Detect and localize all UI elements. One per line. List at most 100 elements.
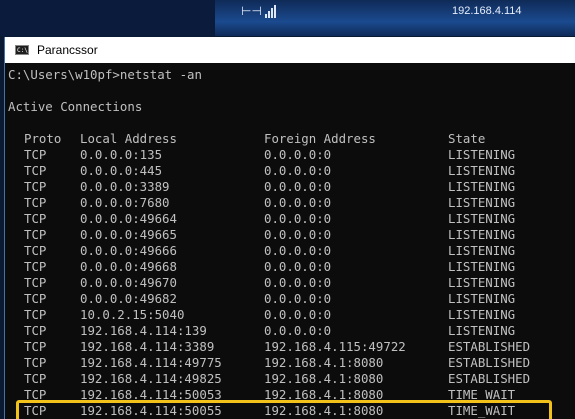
- cmd-icon: C:\: [15, 45, 29, 55]
- cell-local-address: 0.0.0.0:49670: [80, 275, 177, 290]
- table-row: TCP 0.0.0.0:445 0.0.0.0:0 LISTENING: [8, 163, 574, 179]
- cell-state: LISTENING: [448, 211, 516, 226]
- cell-proto: TCP: [24, 371, 47, 386]
- header-foreign-address: Foreign Address: [264, 131, 376, 146]
- pin-icon[interactable]: ⊢⊣: [241, 4, 262, 18]
- cell-local-address: 0.0.0.0:49668: [80, 259, 177, 274]
- cell-foreign-address: 0.0.0.0:0: [264, 243, 332, 258]
- cell-local-address: 192.168.4.114:50055: [80, 403, 222, 418]
- cell-proto: TCP: [24, 387, 47, 402]
- cell-foreign-address: 0.0.0.0:0: [264, 307, 332, 322]
- cell-foreign-address: 0.0.0.0:0: [264, 163, 332, 178]
- cell-state: LISTENING: [448, 323, 516, 338]
- cell-foreign-address: 0.0.0.0:0: [264, 147, 332, 162]
- cell-local-address: 192.168.4.114:49775: [80, 355, 222, 370]
- cell-state: ESTABLISHED: [448, 339, 531, 354]
- cell-state: LISTENING: [448, 163, 516, 178]
- cell-proto: TCP: [24, 307, 47, 322]
- cell-proto: TCP: [24, 195, 47, 210]
- cell-proto: TCP: [24, 403, 47, 418]
- cell-proto: TCP: [24, 275, 47, 290]
- cell-proto: TCP: [24, 147, 47, 162]
- table-row: TCP 0.0.0.0:49666 0.0.0.0:0 LISTENING: [8, 243, 574, 259]
- table-row: TCP 0.0.0.0:49664 0.0.0.0:0 LISTENING: [8, 211, 574, 227]
- table-row: TCP 192.168.4.114:50053 192.168.4.1:8080 TI…: [8, 387, 574, 403]
- console-output[interactable]: C:\Users\w10pf>netstat -an Active Connec…: [8, 66, 574, 419]
- cell-proto: TCP: [24, 243, 47, 258]
- table-row: TCP 10.0.2.15:5040 0.0.0.0:0 LISTENING: [8, 307, 574, 323]
- cell-proto: TCP: [24, 339, 47, 354]
- cell-state: LISTENING: [448, 259, 516, 274]
- cell-local-address: 192.168.4.114:3389: [80, 339, 215, 354]
- cell-foreign-address: 192.168.4.1:8080: [264, 371, 384, 386]
- cell-foreign-address: 0.0.0.0:0: [264, 211, 332, 226]
- window-titlebar[interactable]: C:\ Parancssor: [5, 37, 575, 63]
- header-proto: Proto: [24, 131, 62, 146]
- cell-local-address: 192.168.4.114:49825: [80, 371, 222, 386]
- cell-local-address: 0.0.0.0:49664: [80, 211, 177, 226]
- table-row: TCP 192.168.4.114:139 0.0.0.0:0 LISTENING: [8, 323, 574, 339]
- cell-proto: TCP: [24, 179, 47, 194]
- cell-local-address: 10.0.2.15:5040: [80, 307, 185, 322]
- cell-local-address: 0.0.0.0:445: [80, 163, 163, 178]
- cell-state: LISTENING: [448, 275, 516, 290]
- table-header: Proto Local Address Foreign Address Stat…: [8, 131, 574, 147]
- cell-state: LISTENING: [448, 243, 516, 258]
- table-row: TCP 192.168.4.114:49775 192.168.4.1:8080 ES…: [8, 355, 574, 371]
- cell-proto: TCP: [24, 163, 47, 178]
- cell-foreign-address: 192.168.4.1:8080: [264, 403, 384, 418]
- cell-local-address: 192.168.4.114:50053: [80, 387, 222, 402]
- cell-foreign-address: 0.0.0.0:0: [264, 179, 332, 194]
- table-row: TCP 0.0.0.0:49668 0.0.0.0:0 LISTENING: [8, 259, 574, 275]
- cell-state: LISTENING: [448, 307, 516, 322]
- cell-state: ESTABLISHED: [448, 371, 531, 386]
- cell-foreign-address: 0.0.0.0:0: [264, 259, 332, 274]
- cell-local-address: 0.0.0.0:49666: [80, 243, 177, 258]
- table-row: TCP 0.0.0.0:3389 0.0.0.0:0 LISTENING: [8, 179, 574, 195]
- cell-state: ESTABLISHED: [448, 355, 531, 370]
- table-row: TCP 0.0.0.0:49670 0.0.0.0:0 LISTENING: [8, 275, 574, 291]
- cell-state: LISTENING: [448, 147, 516, 162]
- cell-proto: TCP: [24, 259, 47, 274]
- cell-state: LISTENING: [448, 179, 516, 194]
- cell-local-address: 0.0.0.0:7680: [80, 195, 170, 210]
- command-prompt-line: C:\Users\w10pf>netstat -an: [8, 67, 202, 82]
- cell-proto: TCP: [24, 211, 47, 226]
- table-row: TCP 0.0.0.0:135 0.0.0.0:0 LISTENING: [8, 147, 574, 163]
- cell-foreign-address: 0.0.0.0:0: [264, 323, 332, 338]
- cell-foreign-address: 192.168.4.115:49722: [264, 339, 406, 354]
- cell-proto: TCP: [24, 323, 47, 338]
- table-row: TCP 0.0.0.0:49665 0.0.0.0:0 LISTENING: [8, 227, 574, 243]
- cell-state: LISTENING: [448, 227, 516, 242]
- cell-foreign-address: 0.0.0.0:0: [264, 275, 332, 290]
- cell-foreign-address: 0.0.0.0:0: [264, 291, 332, 306]
- signal-bars-icon: [265, 4, 279, 18]
- cell-local-address: 0.0.0.0:3389: [80, 179, 170, 194]
- table-row: TCP 192.168.4.114:49825 192.168.4.1:8080 ES…: [8, 371, 574, 387]
- cell-foreign-address: 0.0.0.0:0: [264, 195, 332, 210]
- table-row: TCP 0.0.0.0:7680 0.0.0.0:0 LISTENING: [8, 195, 574, 211]
- header-local-address: Local Address: [80, 131, 177, 146]
- command-prompt-window[interactable]: C:\ Parancssor C:\Users\w10pf>netstat -a…: [4, 37, 575, 419]
- remote-session-bar: ⊢⊣ 192.168.4.114: [0, 0, 575, 36]
- cell-state: TIME_WAIT: [448, 403, 516, 418]
- cell-local-address: 0.0.0.0:49682: [80, 291, 177, 306]
- cell-foreign-address: 192.168.4.1:8080: [264, 355, 384, 370]
- connection-ip-label: 192.168.4.114: [452, 5, 522, 17]
- window-title: Parancssor: [37, 43, 98, 57]
- cell-local-address: 192.168.4.114:139: [80, 323, 207, 338]
- cell-state: LISTENING: [448, 195, 516, 210]
- cell-proto: TCP: [24, 355, 47, 370]
- section-title: Active Connections: [8, 99, 143, 114]
- cell-foreign-address: 192.168.4.1:8080: [264, 387, 384, 402]
- table-row: TCP 0.0.0.0:49682 0.0.0.0:0 LISTENING: [8, 291, 574, 307]
- cell-state: TIME_WAIT: [448, 387, 516, 402]
- desktop-background: [0, 0, 215, 36]
- table-row: TCP 192.168.4.114:3389 192.168.4.115:49722…: [8, 339, 574, 355]
- cell-foreign-address: 0.0.0.0:0: [264, 227, 332, 242]
- cell-proto: TCP: [24, 227, 47, 242]
- cell-local-address: 0.0.0.0:135: [80, 147, 163, 162]
- header-state: State: [448, 131, 486, 146]
- cell-local-address: 0.0.0.0:49665: [80, 227, 177, 242]
- cell-proto: TCP: [24, 291, 47, 306]
